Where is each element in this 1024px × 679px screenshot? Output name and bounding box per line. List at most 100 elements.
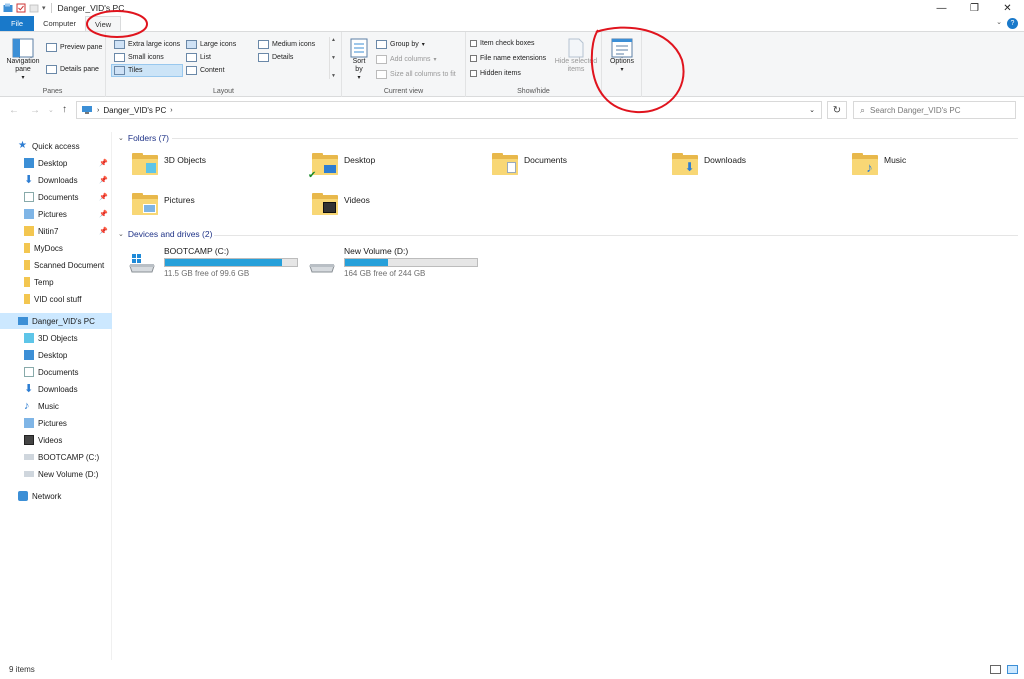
- pin-icon[interactable]: 📌: [99, 193, 108, 201]
- sidebar-item-music[interactable]: ♪ Music: [0, 398, 112, 414]
- recent-locations-chevron-icon[interactable]: ⌄: [48, 106, 54, 114]
- close-button[interactable]: ✕: [991, 0, 1024, 16]
- folders-group-header[interactable]: ⌄ Folders (7): [118, 133, 169, 143]
- collapse-chevron-icon[interactable]: ⌄: [118, 230, 124, 238]
- explorer-app-icon[interactable]: [3, 3, 13, 13]
- pin-icon[interactable]: 📌: [99, 227, 108, 235]
- folder-tile-desktop[interactable]: ✔ Desktop: [308, 153, 375, 181]
- sidebar-item-mydocs[interactable]: MyDocs: [0, 240, 112, 256]
- folder-tile-videos[interactable]: Videos: [312, 193, 370, 215]
- layout-large-icons[interactable]: Large icons: [186, 40, 236, 49]
- folder-icon: [24, 260, 30, 270]
- sidebar-item-nitin7[interactable]: Nitin7 📌: [0, 223, 112, 239]
- sidebar-item-desktop[interactable]: Desktop 📌: [0, 155, 112, 171]
- sidebar-item-quick-access[interactable]: ★ Quick access: [0, 138, 112, 154]
- expand-gallery-icon[interactable]: ▼: [331, 73, 336, 79]
- sidebar-item-temp[interactable]: Temp: [0, 274, 112, 290]
- hide-selected-items-button[interactable]: Hide selected items: [553, 38, 599, 74]
- layout-extra-large-icons[interactable]: Extra large icons: [114, 40, 180, 49]
- sidebar-item-downloads[interactable]: ⬇ Downloads 📌: [0, 172, 112, 188]
- group-by-icon: [376, 40, 387, 49]
- sidebar-item-bootcamp[interactable]: BOOTCAMP (C:): [0, 449, 112, 465]
- scroll-down-icon[interactable]: ▼: [331, 55, 336, 61]
- drive-tile-new-volume[interactable]: New Volume (D:) 164 GB free of 244 GB: [308, 246, 478, 278]
- hidden-items-checkbox[interactable]: [470, 70, 477, 77]
- up-arrow-icon[interactable]: ↑: [62, 104, 67, 115]
- pin-icon[interactable]: 📌: [99, 210, 108, 218]
- layout-medium-icons[interactable]: Medium icons: [258, 40, 315, 49]
- item-check-boxes-checkbox[interactable]: [470, 40, 477, 47]
- sidebar-item-pc-downloads[interactable]: ⬇ Downloads: [0, 381, 112, 397]
- options-label: Options: [609, 58, 635, 65]
- group-by-button[interactable]: Group by ▾: [376, 40, 425, 49]
- layout-gallery-scroll[interactable]: ▲ ▼ ▼: [329, 37, 337, 79]
- navigation-pane-button[interactable]: Navigation pane ▾: [4, 38, 42, 82]
- details-pane-button[interactable]: Details pane: [46, 65, 99, 74]
- sidebar-item-label: New Volume (D:): [38, 469, 99, 479]
- sidebar-item-videos[interactable]: Videos: [0, 432, 112, 448]
- drives-group-header[interactable]: ⌄ Devices and drives (2): [118, 229, 212, 239]
- pin-icon[interactable]: 📌: [99, 159, 108, 167]
- drives-header-divider: [214, 235, 1018, 236]
- folder-tile-downloads[interactable]: ⬇ Downloads: [672, 153, 746, 175]
- item-check-boxes-label: Item check boxes: [480, 40, 535, 47]
- scroll-up-icon[interactable]: ▲: [331, 37, 336, 43]
- collapse-chevron-icon[interactable]: ⌄: [118, 134, 124, 142]
- sidebar-item-pc-desktop[interactable]: Desktop: [0, 347, 112, 363]
- sidebar-item-new-volume[interactable]: New Volume (D:): [0, 466, 112, 482]
- sidebar-item-pc-pictures[interactable]: Pictures: [0, 415, 112, 431]
- options-button[interactable]: Options ▾: [607, 38, 637, 74]
- sidebar-item-pc-documents[interactable]: Documents: [0, 364, 112, 380]
- folder-tile-music[interactable]: ♪ Music: [852, 153, 906, 175]
- tab-computer[interactable]: Computer: [34, 16, 85, 31]
- downloads-folder-icon: ⬇: [672, 153, 698, 175]
- add-columns-button[interactable]: Add columns ▾: [376, 55, 436, 64]
- forward-arrow-icon[interactable]: →: [30, 105, 40, 116]
- details-view-icon[interactable]: [990, 665, 1001, 674]
- preview-pane-button[interactable]: Preview pane: [46, 43, 102, 52]
- drive-tile-bootcamp[interactable]: BOOTCAMP (C:) 11.5 GB free of 99.6 GB: [128, 246, 298, 278]
- size-all-columns-button[interactable]: Size all columns to fit: [376, 70, 456, 79]
- breadcrumb-separator-icon[interactable]: ›: [97, 107, 99, 114]
- layout-details[interactable]: Details: [258, 53, 293, 62]
- help-icon[interactable]: ?: [1007, 18, 1018, 29]
- maximize-button[interactable]: ❐: [958, 0, 991, 16]
- sidebar-item-3d-objects[interactable]: 3D Objects: [0, 330, 112, 346]
- folder-tile-pictures[interactable]: Pictures: [132, 193, 195, 215]
- refresh-button[interactable]: ↻: [827, 101, 847, 119]
- documents-icon: [24, 192, 34, 202]
- search-input[interactable]: ⌕ Search Danger_VID's PC: [853, 101, 1016, 119]
- sidebar-item-pictures[interactable]: Pictures 📌: [0, 206, 112, 222]
- item-check-boxes-toggle[interactable]: Item check boxes: [470, 40, 534, 47]
- ribbon-collapse-chevron-icon[interactable]: ⌄: [996, 18, 1002, 26]
- folder-tile-documents[interactable]: Documents: [492, 153, 567, 175]
- file-name-extensions-checkbox[interactable]: [470, 55, 477, 62]
- minimize-button[interactable]: —: [925, 0, 958, 16]
- layout-tiles[interactable]: Tiles: [114, 66, 143, 75]
- file-name-extensions-toggle[interactable]: File name extensions: [470, 55, 546, 62]
- new-folder-icon[interactable]: [29, 3, 39, 13]
- layout-small-icons[interactable]: Small icons: [114, 53, 164, 62]
- breadcrumb-pc[interactable]: Danger_VID's PC: [103, 106, 166, 115]
- address-bar[interactable]: › Danger_VID's PC › ⌄: [76, 101, 822, 119]
- back-arrow-icon[interactable]: ←: [9, 105, 19, 116]
- large-icons-view-icon[interactable]: [1007, 665, 1018, 674]
- address-dropdown-icon[interactable]: ⌄: [809, 106, 815, 114]
- tab-file[interactable]: File: [0, 16, 35, 31]
- customize-qat-chevron-icon[interactable]: ▾: [42, 4, 46, 12]
- sidebar-item-label: Quick access: [32, 141, 80, 151]
- sidebar-item-this-pc[interactable]: Danger_VID's PC: [0, 313, 112, 329]
- sidebar-item-network[interactable]: Network: [0, 488, 112, 504]
- hidden-items-toggle[interactable]: Hidden items: [470, 70, 521, 77]
- tab-view[interactable]: View: [85, 16, 122, 31]
- sidebar-item-documents[interactable]: Documents 📌: [0, 189, 112, 205]
- layout-list[interactable]: List: [186, 53, 211, 62]
- sort-by-button[interactable]: Sort by ▾: [347, 38, 371, 82]
- breadcrumb-separator-icon[interactable]: ›: [170, 107, 172, 114]
- pin-icon[interactable]: 📌: [99, 176, 108, 184]
- layout-content[interactable]: Content: [186, 66, 225, 75]
- properties-icon[interactable]: [16, 3, 26, 13]
- folder-tile-3d-objects[interactable]: 3D Objects: [132, 153, 206, 175]
- sidebar-item-scanned-document[interactable]: Scanned Document: [0, 257, 112, 273]
- sidebar-item-vid-cool-stuff[interactable]: VID cool stuff: [0, 291, 112, 307]
